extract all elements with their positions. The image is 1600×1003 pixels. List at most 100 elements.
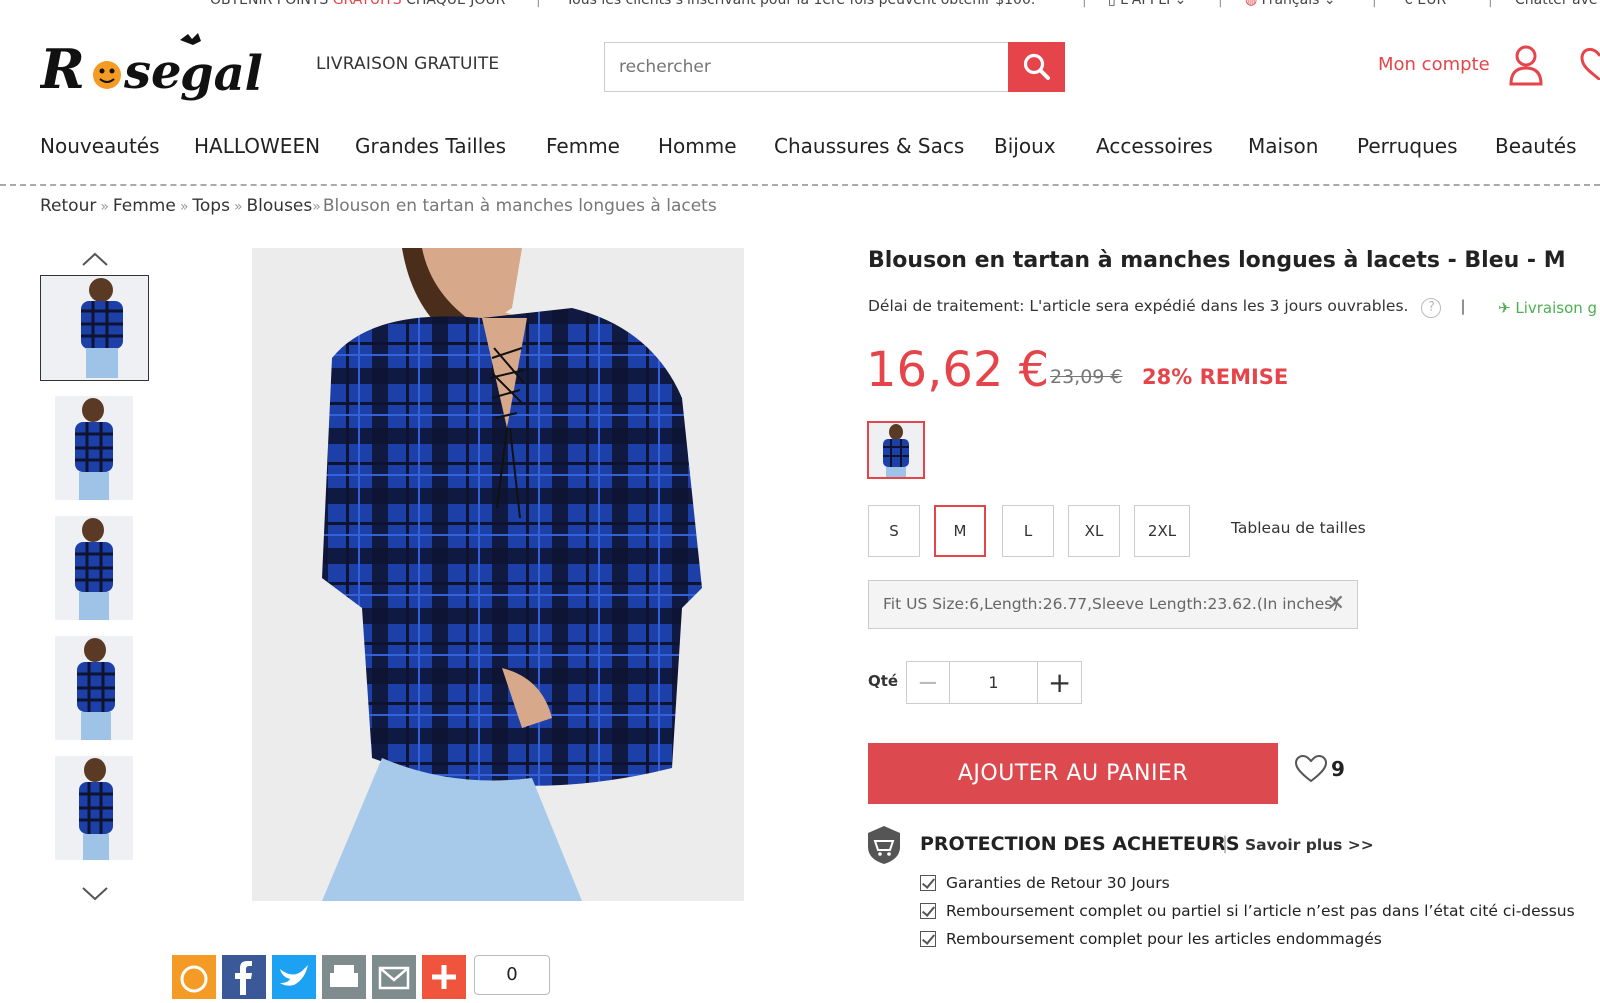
size-option-xl[interactable]: XL (1068, 505, 1120, 557)
product-title: Blouson en tartan à manches longues à la… (868, 248, 1566, 273)
processing-time: Délai de traitement: L'article sera expé… (868, 297, 1466, 318)
breadcrumb-sep: » (179, 199, 189, 215)
user-icon[interactable] (1508, 44, 1544, 86)
plane-icon: ✈ (1498, 299, 1511, 317)
divider: | (536, 0, 541, 8)
email-share-button[interactable] (372, 955, 416, 999)
divider: | (1460, 297, 1466, 315)
wishlist-button[interactable]: 9 (1295, 755, 1345, 783)
divider: | (1222, 833, 1229, 854)
size-option-2xl[interactable]: 2XL (1134, 505, 1190, 557)
chevron-up-icon[interactable] (80, 250, 110, 268)
discount-badge: 28% REMISE (1142, 365, 1289, 389)
thumbnail-5[interactable] (55, 756, 133, 860)
shield-cart-icon (868, 826, 900, 864)
learn-more-link[interactable]: Savoir plus >> (1245, 836, 1374, 854)
thumbnail-3[interactable] (55, 516, 133, 620)
nav-divider (0, 184, 1600, 186)
thumbnail-2[interactable] (55, 396, 133, 500)
svg-text:R: R (40, 37, 85, 101)
nav-item-men[interactable]: Homme (658, 134, 737, 158)
size-option-s[interactable]: S (868, 505, 920, 557)
guarantee-text: Garanties de Retour 30 Jours (946, 874, 1170, 892)
points-free: GRATUITS (332, 0, 402, 8)
size-option-m[interactable]: M (934, 505, 986, 557)
quantity-decrease-button[interactable]: − (907, 662, 950, 703)
processing-time-text: Délai de traitement: L'article sera expé… (868, 297, 1409, 315)
nav-item-beauty[interactable]: Beautés (1495, 134, 1577, 158)
breadcrumb-blouses[interactable]: Blouses (247, 196, 313, 216)
app-link[interactable]: ▯ L'APPLI ⌄ (1108, 0, 1186, 8)
daily-points-link[interactable]: OBTENIR POINTS GRATUITS CHAQUE JOUR (210, 0, 505, 8)
guarantee-text: Remboursement complet ou partiel si l’ar… (946, 902, 1575, 920)
main-product-image[interactable] (252, 248, 744, 901)
search-box (604, 42, 1064, 92)
twitter-icon (280, 965, 308, 986)
nav-item-shoes-bags[interactable]: Chaussures & Sacs (774, 134, 964, 158)
search-button[interactable] (1008, 42, 1065, 92)
breadcrumb-back[interactable]: Retour (40, 196, 96, 216)
free-shipping-label: LIVRAISON GRATUITE (316, 54, 500, 74)
breadcrumb: Retour» Femme» Tops» Blouses» Blouson en tar… (40, 196, 717, 216)
print-button[interactable] (322, 955, 366, 999)
nav-item-home[interactable]: Maison (1248, 134, 1318, 158)
logo[interactable]: R se gal (38, 28, 285, 112)
nav-item-accessories[interactable]: Accessoires (1096, 134, 1213, 158)
breadcrumb-current: Blouson en tartan à manches longues à la… (322, 196, 717, 216)
app-label: L'APPLI (1120, 0, 1171, 8)
mail-icon (378, 966, 410, 990)
currency-select[interactable]: € EUR (1404, 0, 1446, 8)
more-share-button[interactable] (422, 955, 466, 999)
breadcrumb-tops[interactable]: Tops (192, 196, 230, 216)
promo-text[interactable]: Tous les clients s'inscrivant pour la 1è… (566, 0, 1035, 8)
breadcrumb-sep: » (100, 199, 109, 215)
nav-item-new[interactable]: Nouveautés (40, 134, 160, 158)
thumbnail-4[interactable] (55, 636, 133, 740)
nav-item-wigs[interactable]: Perruques (1357, 134, 1458, 158)
add-to-cart-button[interactable]: AJOUTER AU PANIER (868, 743, 1278, 804)
quantity-input[interactable]: 1 (950, 662, 1039, 703)
points-share-button[interactable] (172, 955, 216, 999)
nav-item-halloween[interactable]: HALLOWEEN (194, 134, 320, 158)
buyer-protection-title: PROTECTION DES ACHETEURS (920, 833, 1240, 855)
heart-icon (1295, 755, 1327, 783)
fit-info-box: Fit US Size:6,Length:26.77,Sleeve Length… (868, 580, 1358, 629)
guarantee-item: Remboursement complet pour les articles … (920, 930, 1382, 948)
size-chart-link[interactable]: Tableau de tailles (1231, 519, 1366, 537)
close-icon[interactable]: ✕ (1327, 591, 1345, 616)
quantity-increase-button[interactable]: + (1038, 662, 1081, 703)
chevron-down-icon[interactable] (80, 885, 110, 903)
language-select[interactable]: ◍ Français ⌄ (1245, 0, 1336, 8)
shipping-info[interactable]: ✈ Livraison g (1498, 299, 1597, 317)
quantity-label: Qté (868, 672, 899, 690)
svg-text:se: se (123, 44, 182, 100)
top-bar: OBTENIR POINTS GRATUITS CHAQUE JOUR | To… (0, 0, 1600, 10)
color-swatch-blue[interactable] (867, 421, 925, 479)
breadcrumb-women[interactable]: Femme (113, 196, 176, 216)
guarantee-item: Garanties de Retour 30 Jours (920, 874, 1170, 892)
nav-item-jewelry[interactable]: Bijoux (994, 134, 1056, 158)
nav-item-women[interactable]: Femme (546, 134, 620, 158)
checkbox-icon (920, 903, 936, 919)
guarantee-text: Remboursement complet pour les articles … (946, 930, 1382, 948)
breadcrumb-sep: » (312, 199, 321, 215)
checkbox-icon (920, 875, 936, 891)
current-price: 16,62 € (866, 342, 1050, 398)
points-prefix: OBTENIR POINTS (210, 0, 333, 8)
guarantee-item: Remboursement complet ou partiel si l’ar… (920, 902, 1575, 920)
share-count: 0 (474, 955, 550, 995)
search-input[interactable] (605, 43, 1064, 91)
chat-link[interactable]: Chatter ave (1515, 0, 1598, 8)
thumbnail-1[interactable] (40, 275, 149, 381)
my-account-link[interactable]: Mon compte (1378, 54, 1490, 75)
svg-text:gal: gal (180, 46, 263, 102)
divider: | (1082, 0, 1087, 8)
size-option-l[interactable]: L (1002, 505, 1054, 557)
nav-item-plus-size[interactable]: Grandes Tailles (355, 134, 506, 158)
facebook-share-button[interactable] (222, 955, 266, 999)
twitter-share-button[interactable] (272, 955, 316, 999)
main-nav: Nouveautés HALLOWEEN Grandes Tailles Fem… (0, 130, 1600, 170)
help-icon[interactable]: ? (1421, 298, 1442, 318)
points-suffix: CHAQUE JOUR (401, 0, 506, 8)
heart-icon[interactable] (1572, 46, 1600, 80)
